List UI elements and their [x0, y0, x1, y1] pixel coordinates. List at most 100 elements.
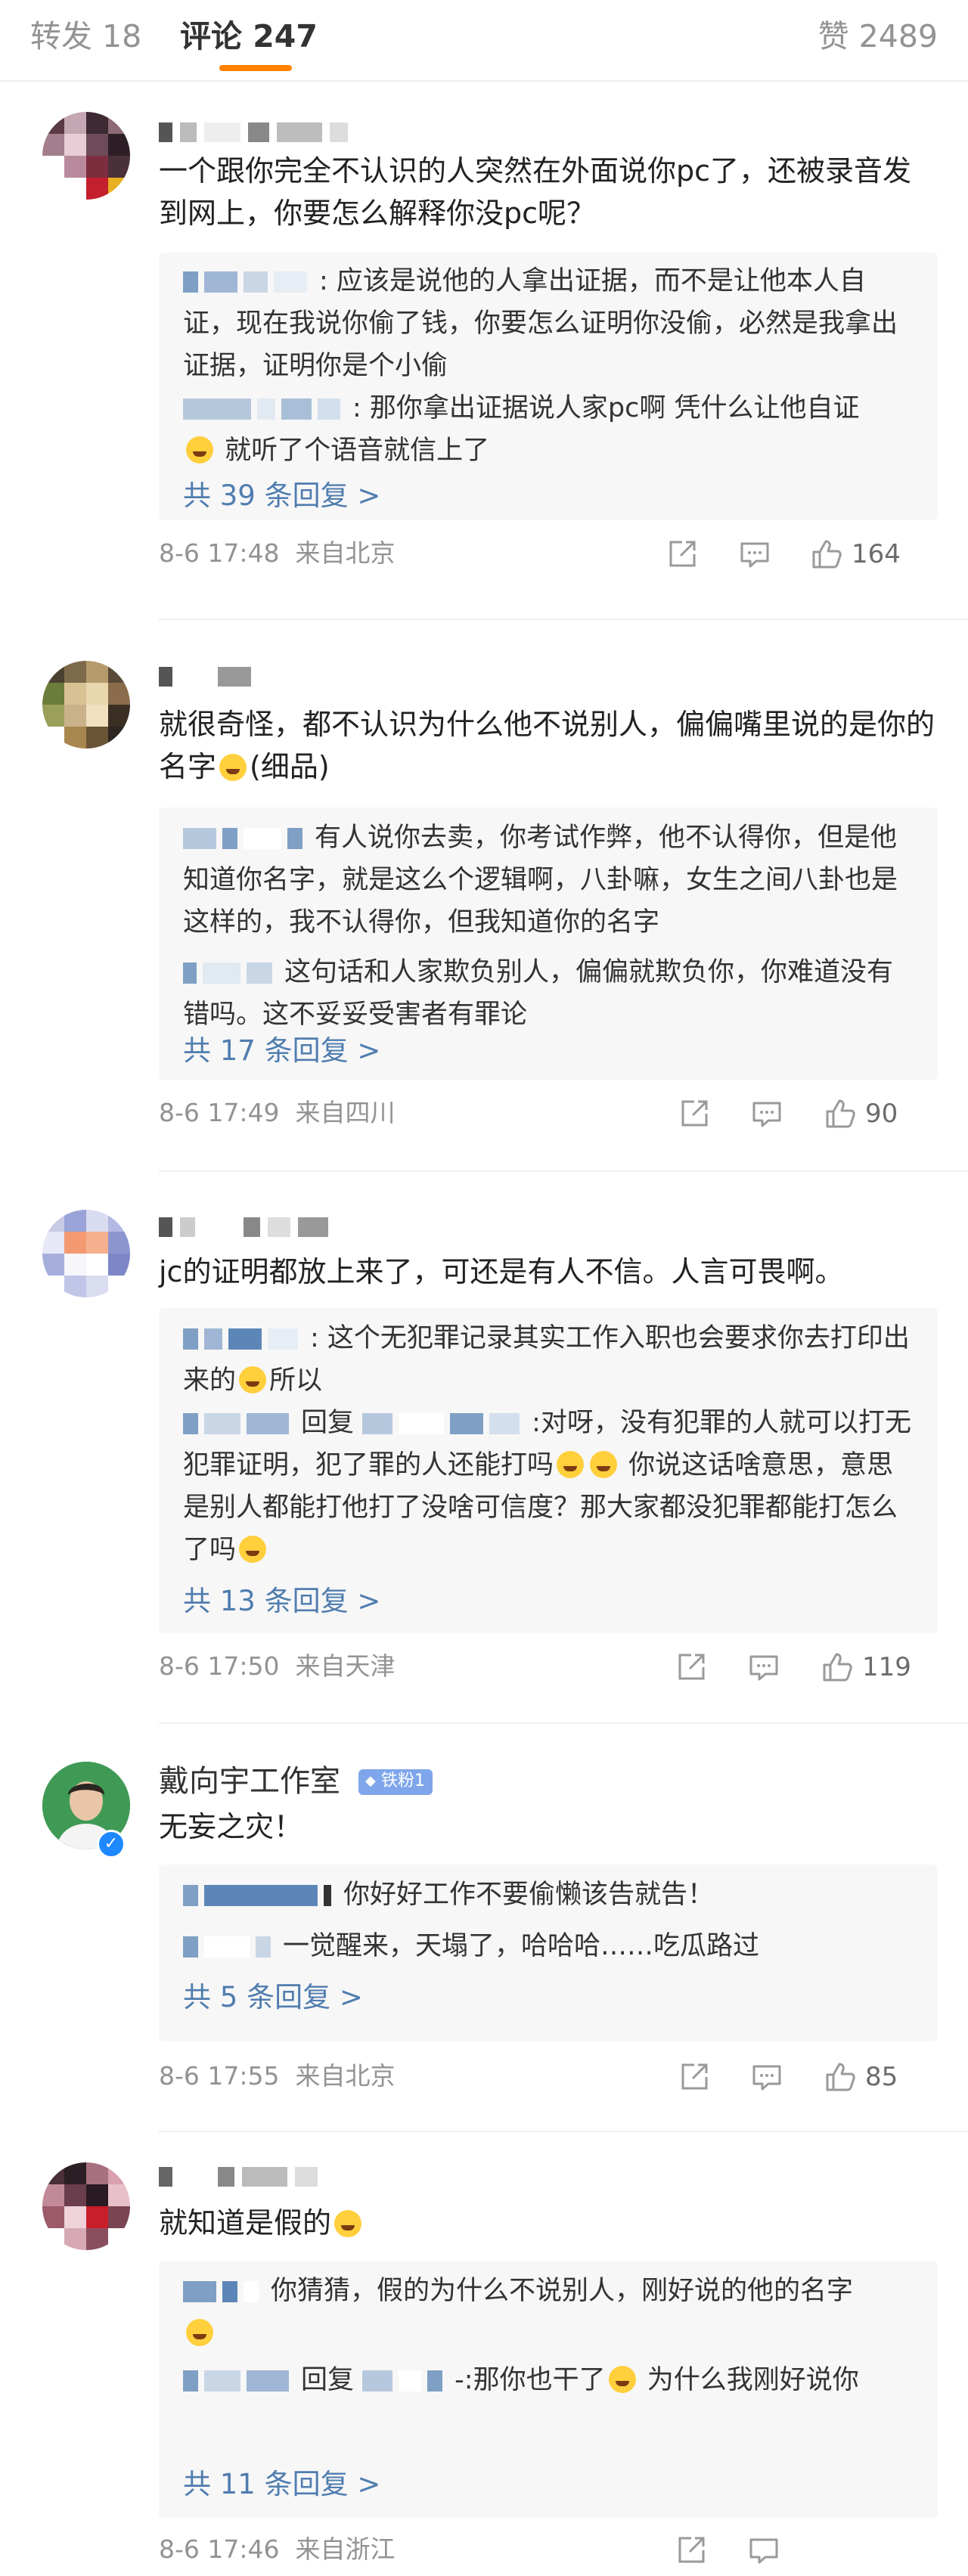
grin-emoji-icon [186, 2319, 213, 2346]
like-count: 164 [852, 539, 901, 569]
sweat-laugh-emoji-icon [608, 2366, 636, 2393]
username-redacted [183, 1413, 295, 1434]
comment-meta: 8-6 17:49 来自四川 [159, 1096, 395, 1130]
comment-text: 无妄之灾！ [159, 1810, 303, 1843]
thumbs-up-icon [826, 1099, 855, 1128]
share-icon[interactable] [675, 1648, 708, 1686]
reply-box[interactable]: 有人说你去卖，你考试作弊，他不认得你，但是他知道你名字，就是这么个逻辑啊，八卦嘛… [159, 808, 938, 1080]
comment-location: 来自北京 [295, 2061, 396, 2091]
comment-location: 来自北京 [295, 538, 396, 568]
share-icon[interactable] [675, 2531, 708, 2569]
reply-box[interactable]: : 这个无犯罪记录其实工作入职也会要求你去打印出来的 所以 回复 :对呀，没有犯罪… [159, 1308, 938, 1633]
view-more-replies-link[interactable]: 共 39 条回复 > [183, 476, 380, 516]
verified-badge-icon: ✓ [97, 1830, 126, 1858]
username-redacted [183, 2370, 295, 2392]
username-redacted [183, 963, 278, 984]
reply-item: 这句话和人家欺负别人，偏偏就欺负你，你难道没有错吗。这不妥妥受害者有罪论 [183, 957, 894, 1030]
active-tab-indicator [219, 65, 292, 71]
crying-laughing-emoji-icon [186, 436, 213, 463]
fan-badge[interactable]: 铁粉1 [358, 1769, 433, 1795]
comment-location: 来自四川 [295, 1098, 396, 1127]
tab-repost[interactable]: 转发 18 [30, 15, 141, 57]
comment-actions: 164 [666, 535, 938, 573]
like-button[interactable]: 85 [823, 2058, 898, 2096]
thumbs-up-icon [812, 540, 842, 569]
username[interactable]: 戴向宇工作室 [159, 1762, 340, 1801]
comment-meta: 8-6 17:55 来自北京 [159, 2060, 395, 2093]
username-redacted [183, 271, 313, 293]
smile-emoji-icon [590, 1451, 618, 1478]
comment-icon[interactable] [750, 2058, 783, 2096]
username-redacted [183, 828, 309, 849]
comment-actions: 90 [666, 1095, 938, 1133]
like-button[interactable]: 164 [809, 535, 901, 573]
reply-item: : 应该是说他的人拿出证据，而不是让他本人自证，现在我说你偷了钱，你要怎么证明你… [183, 266, 898, 381]
view-more-replies-link[interactable]: 共 11 条回复 > [183, 2465, 380, 2504]
username-redacted[interactable] [159, 121, 348, 144]
like-count: 119 [862, 1652, 911, 1682]
share-icon[interactable] [678, 2058, 711, 2096]
username-redacted [183, 1936, 277, 1958]
username-redacted [183, 2281, 265, 2302]
reply-box[interactable]: 你猜猜，假的为什么不说别人，刚好说的他的名字 回复 -:那你也干了 为什么我刚好… [159, 2261, 938, 2518]
comment-time: 8-6 17:50 [159, 1651, 280, 1681]
comment-item: jc的证明都放上来了，可还是有人不信。人言可畏啊。 : 这个无犯罪记录其实工作入… [0, 1180, 968, 1731]
like-button[interactable]: 90 [823, 1095, 898, 1133]
sly-smile-emoji-icon [219, 754, 247, 781]
comment-time: 8-6 17:48 [159, 538, 280, 568]
comment-item: 一个跟你完全不认识的人突然在外面说你pc了，还被录音发到网上，你要怎么解释你没p… [0, 82, 968, 628]
comment-item: 就知道是假的 你猜猜，假的为什么不说别人，刚好说的他的名字 回复 -:那你也干了… [0, 2140, 968, 2576]
like-count: 90 [865, 1099, 898, 1129]
divider [159, 2131, 968, 2132]
share-icon[interactable] [666, 535, 699, 573]
comment-actions [666, 2531, 938, 2569]
comment-icon[interactable] [747, 1648, 780, 1686]
crying-laughing-emoji-icon [239, 1366, 267, 1393]
view-more-replies-link[interactable]: 共 13 条回复 > [183, 1582, 380, 1621]
avatar[interactable] [42, 2162, 130, 2250]
like-button[interactable]: 119 [820, 1648, 911, 1686]
comment-icon[interactable] [738, 535, 771, 573]
comment-actions: 85 [666, 2058, 938, 2096]
reply-target-redacted [362, 1413, 526, 1434]
avatar[interactable] [42, 112, 130, 200]
reply-box[interactable]: 你好好工作不要偷懒该告就告！ 一觉醒来，天塌了，哈哈哈……吃瓜路过 共 5 条回… [159, 1865, 938, 2041]
share-icon[interactable] [678, 1095, 711, 1133]
comment-time: 8-6 17:46 [159, 2534, 280, 2564]
view-more-replies-link[interactable]: 共 17 条回复 > [183, 1031, 380, 1071]
view-more-replies-link[interactable]: 共 5 条回复 > [183, 1978, 363, 2017]
avatar[interactable] [42, 1210, 130, 1297]
reply-box[interactable]: : 应该是说他的人拿出证据，而不是让他本人自证，现在我说你偷了钱，你要怎么证明你… [159, 253, 938, 520]
comment-meta: 8-6 17:50 来自天津 [159, 1650, 395, 1683]
reply-item: 一觉醒来，天塌了，哈哈哈……吃瓜路过 [183, 1925, 914, 1967]
comment-icon[interactable] [750, 1095, 783, 1133]
username-redacted[interactable] [159, 1216, 328, 1238]
laughing-emoji-icon [334, 2210, 362, 2237]
divider [159, 618, 968, 620]
thumbs-up-icon [823, 1653, 852, 1682]
username-redacted[interactable] [159, 665, 251, 688]
username-redacted[interactable] [159, 2165, 318, 2188]
reply-item: 回复 -:那你也干了 为什么我刚好说你 [183, 2359, 914, 2401]
laughing-emoji-icon [239, 1536, 267, 1563]
smile-emoji-icon [557, 1451, 585, 1478]
reply-item: 有人说你去卖，你考试作弊，他不认得你，但是他知道你名字，就是这么个逻辑啊，八卦嘛… [183, 823, 898, 938]
comment-location: 来自天津 [295, 1651, 396, 1681]
comment-actions: 119 [666, 1648, 938, 1686]
reply-target-redacted [362, 2370, 448, 2392]
thumbs-up-icon [826, 2063, 855, 2091]
username-redacted [183, 1885, 337, 1906]
reply-item: 你好好工作不要偷懒该告就告！ [183, 1874, 914, 1916]
comment-time: 8-6 17:49 [159, 1098, 280, 1127]
tab-comments[interactable]: 评论 247 [180, 15, 318, 57]
comment-icon[interactable] [747, 2531, 780, 2569]
avatar[interactable] [42, 661, 130, 749]
comment-meta: 8-6 17:46 来自浙江 [159, 2533, 395, 2566]
tab-likes[interactable]: 赞 2489 [818, 15, 938, 57]
comment-meta: 8-6 17:48 来自北京 [159, 537, 395, 570]
reply-item: : 这个无犯罪记录其实工作入职也会要求你去打印出来的 所以 [183, 1323, 910, 1396]
like-count: 85 [865, 2062, 898, 2092]
comment-text: 就很奇怪，都不认识为什么他不说别人，偏偏嘴里说的是你的名字 (细品) [159, 708, 935, 783]
comment-text: 就知道是假的 [159, 2202, 938, 2244]
comment-text: jc的证明都放上来了，可还是有人不信。人言可畏啊。 [159, 1255, 844, 1288]
